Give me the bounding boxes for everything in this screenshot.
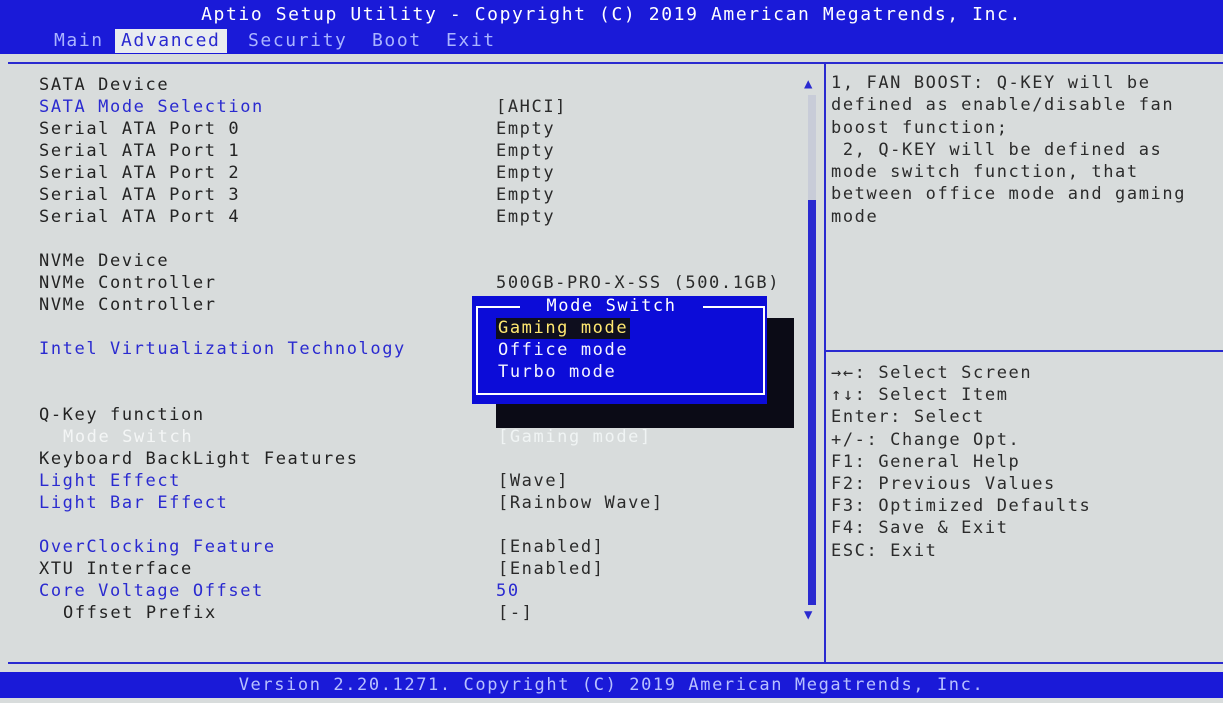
value-light-bar-effect[interactable]: [Rainbow Wave] [498, 492, 664, 514]
label-sata-device: SATA Device [39, 75, 170, 95]
key-f1: F1: General Help [831, 451, 1021, 472]
value-xtu-interface: [Enabled] [498, 559, 605, 579]
value-offset-prefix: [-] [498, 603, 534, 623]
label-nvme-controller-1: NVMe Controller [39, 273, 217, 293]
popup-frame-top-right [703, 306, 763, 308]
value-serial-ata-port-1: Empty [496, 141, 556, 161]
label-serial-ata-port-2: Serial ATA Port 2 [39, 163, 241, 183]
version-footer: Version 2.20.1271. Copyright (C) 2019 Am… [0, 672, 1223, 698]
value-mode-switch[interactable]: [Gaming mode] [498, 426, 652, 448]
option-gaming-mode[interactable]: Gaming mode [496, 318, 631, 339]
app-title: Aptio Setup Utility - Copyright (C) 2019… [201, 4, 1022, 25]
tab-security[interactable]: Security [242, 29, 354, 53]
help-line: mode [831, 206, 879, 227]
label-intel-virtualization[interactable]: Intel Virtualization Technology [39, 338, 406, 360]
label-serial-ata-port-1: Serial ATA Port 1 [39, 141, 241, 161]
help-line: between office mode and gaming [831, 184, 1187, 205]
help-divider [826, 350, 1223, 352]
option-turbo-mode[interactable]: Turbo mode [496, 362, 618, 383]
label-keyboard-backlight: Keyboard BackLight Features [39, 449, 359, 469]
tab-main[interactable]: Main [48, 29, 110, 53]
value-serial-ata-port-3: Empty [496, 185, 556, 205]
label-xtu-interface: XTU Interface [39, 559, 193, 579]
tab-advanced[interactable]: Advanced [115, 29, 227, 53]
help-line: 1, FAN BOOST: Q-KEY will be [831, 73, 1151, 93]
key-f2: F2: Previous Values [831, 473, 1056, 494]
label-serial-ata-port-0: Serial ATA Port 0 [39, 119, 241, 139]
help-line: 2, Q-KEY will be defined as [831, 139, 1163, 160]
help-text: 1, FAN BOOST: Q-KEY will be defined as e… [831, 72, 1216, 228]
value-sata-mode-selection[interactable]: [AHCI] [496, 96, 567, 118]
label-core-voltage-offset[interactable]: Core Voltage Offset [39, 580, 264, 602]
option-office-mode[interactable]: Office mode [496, 340, 630, 361]
key-change-opt: +/-: Change Opt. [831, 429, 1021, 450]
value-nvme-controller-1: 500GB-PRO-X-SS (500.1GB) [496, 273, 781, 293]
popup-title: Mode Switch [546, 296, 677, 316]
tab-exit[interactable]: Exit [440, 29, 502, 53]
label-serial-ata-port-3: Serial ATA Port 3 [39, 185, 241, 205]
key-legend: →←: Select Screen ↑↓: Select Item Enter:… [831, 362, 1216, 562]
key-esc: ESC: Exit [831, 540, 938, 561]
key-enter: Enter: Select [831, 407, 985, 428]
value-light-effect[interactable]: [Wave] [498, 470, 569, 492]
value-serial-ata-port-2: Empty [496, 163, 556, 183]
label-light-bar-effect[interactable]: Light Bar Effect [39, 492, 228, 514]
label-overclocking-feature[interactable]: OverClocking Feature [39, 536, 276, 558]
label-nvme-controller-2: NVMe Controller [39, 295, 217, 315]
label-offset-prefix: Offset Prefix [63, 603, 217, 623]
label-mode-switch[interactable]: Mode Switch [63, 426, 193, 448]
popup-frame-top-left [476, 306, 520, 308]
label-sata-mode-selection[interactable]: SATA Mode Selection [39, 96, 264, 118]
value-overclocking-feature[interactable]: [Enabled] [498, 536, 605, 558]
label-light-effect[interactable]: Light Effect [39, 470, 181, 492]
key-select-item: ↑↓: Select Item [831, 385, 1009, 406]
key-select-screen: →←: Select Screen [831, 363, 1033, 383]
value-serial-ata-port-0: Empty [496, 119, 556, 139]
help-line: mode switch function, that [831, 162, 1139, 183]
key-f3: F3: Optimized Defaults [831, 496, 1092, 517]
tab-boot[interactable]: Boot [366, 29, 428, 53]
scrollbar-thumb[interactable] [808, 200, 816, 605]
panel-divider [824, 62, 826, 662]
help-line: boost function; [831, 117, 1009, 138]
label-q-key-function: Q-Key function [39, 405, 205, 425]
label-serial-ata-port-4: Serial ATA Port 4 [39, 207, 241, 227]
help-line: defined as enable/disable fan [831, 95, 1175, 116]
scroll-up-arrow-icon[interactable]: ▲ [804, 76, 814, 92]
value-core-voltage-offset[interactable]: 50 [496, 580, 520, 602]
scroll-down-arrow-icon[interactable]: ▼ [804, 607, 814, 623]
key-f4: F4: Save & Exit [831, 518, 1009, 539]
value-serial-ata-port-4: Empty [496, 207, 556, 227]
label-nvme-device: NVMe Device [39, 251, 170, 271]
